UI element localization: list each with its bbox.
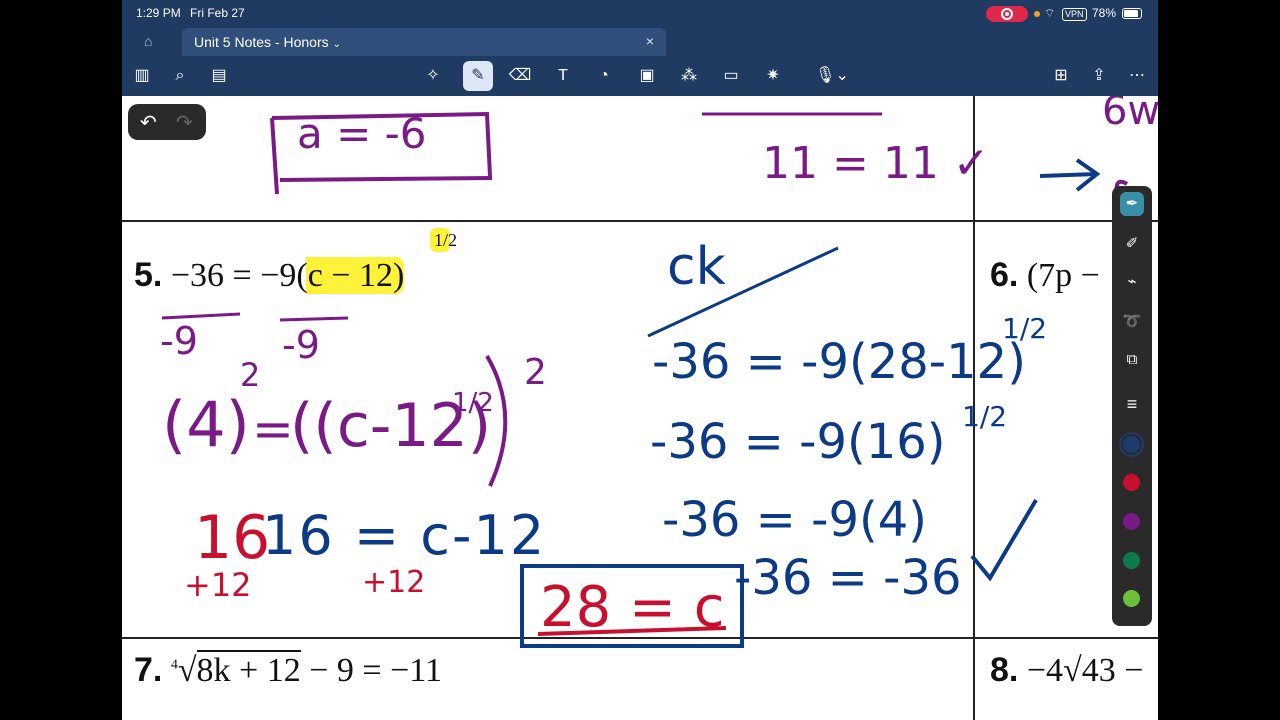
lasso-tool-icon[interactable]: ➰ <box>1120 310 1144 334</box>
hw-div-right: -9 <box>282 323 320 367</box>
hw-step-1: -36 = -9(28-12) <box>652 334 1026 390</box>
stroke-width-icon[interactable]: ≡ <box>1120 392 1144 416</box>
elements-icon[interactable]: ⁂ <box>676 64 702 88</box>
tab-close-button[interactable]: × <box>646 33 654 49</box>
pen-icon[interactable]: ✎ <box>463 61 493 91</box>
hw-square-exp-left: 2 <box>240 356 260 394</box>
image-icon[interactable]: ▣ <box>634 64 660 88</box>
hw-top-mid: 11 = 11 ✓ <box>762 138 990 189</box>
text-icon[interactable]: T <box>550 64 576 88</box>
hw-top-left: a = -6 <box>297 109 427 158</box>
color-swatch-purple[interactable] <box>1123 513 1140 530</box>
hw-step-2: -36 = -9(16) <box>650 414 946 470</box>
ink-pen-icon[interactable]: ✒ <box>1120 192 1144 216</box>
redo-icon[interactable]: ↷ <box>176 110 193 135</box>
hw-top-right: 6w <box>1102 96 1158 134</box>
arrow-icon <box>1039 158 1101 192</box>
color-swatch-navy[interactable] <box>1123 436 1140 453</box>
status-time: 1:29 PM <box>136 6 181 20</box>
highlighter-icon[interactable]: ⌁ <box>1120 270 1144 294</box>
mic-indicator-dot <box>1034 11 1040 17</box>
hw-equals-1: = <box>252 400 294 458</box>
hw-square-exp-right: 2 <box>524 352 547 393</box>
document-tab[interactable]: Unit 5 Notes - Honors ⌄ × <box>182 28 666 56</box>
color-swatch-red[interactable] <box>1123 474 1140 491</box>
vpn-badge: VPN <box>1062 8 1087 21</box>
eraser-icon[interactable]: ⌫ <box>507 64 533 88</box>
share-icon[interactable]: ⇪ <box>1086 64 1112 88</box>
screen-record-indicator[interactable] <box>986 6 1028 22</box>
pen-palette: ✒ ✐ ⌁ ➰ ⧉ ≡ <box>1112 186 1152 626</box>
laser-icon[interactable]: ✷ <box>760 64 786 88</box>
search-icon[interactable]: ⌕ <box>167 64 193 88</box>
hw-linear-left: 16 <box>194 503 270 573</box>
battery-icon <box>1122 8 1142 19</box>
color-swatch-green[interactable] <box>1123 552 1140 569</box>
tab-title: Unit 5 Notes - Honors ⌄ <box>194 34 341 50</box>
sticky-note-icon[interactable]: ▭ <box>718 64 744 88</box>
more-icon[interactable]: ⋯ <box>1124 64 1150 88</box>
hw-square-left: (4) <box>162 388 250 461</box>
undo-icon[interactable]: ↶ <box>140 110 157 135</box>
record-icon <box>1001 8 1013 20</box>
pencil-icon[interactable]: ✐ <box>1120 232 1144 256</box>
notebook-page[interactable]: 5. −36 = −9(c − 12) 1/2 6. (7p − 7. 4√8k… <box>122 96 1158 720</box>
hw-plus-left: +12 <box>184 566 252 604</box>
status-date: Fri Feb 27 <box>190 6 245 20</box>
hw-plus-right: +12 <box>362 565 425 600</box>
lasso-icon[interactable]: ✧ <box>420 64 446 88</box>
hw-check-label: ck <box>667 237 726 297</box>
hw-step-3: -36 = -9(4) <box>662 492 927 548</box>
handwriting-layer: a = -6 11 = 11 ✓ 6w -9 -9 (4) 2 = ((c-12… <box>160 96 1158 648</box>
add-page-icon[interactable]: ⊞ <box>1048 64 1074 88</box>
pages-icon[interactable]: ▤ <box>206 64 232 88</box>
hw-step-1-exp: 1/2 <box>1002 312 1047 345</box>
shape-icon[interactable]: ⧉ <box>1120 348 1144 372</box>
undo-redo-control: ↶ ↷ <box>128 104 206 140</box>
hw-step-2-exp: 1/2 <box>962 400 1007 433</box>
hw-step-4: -36 = -36 <box>734 550 962 606</box>
hw-checkmark <box>970 498 1038 582</box>
battery-text: 78% <box>1092 6 1117 20</box>
mic-icon[interactable]: 🎙︎⌄ <box>812 64 852 88</box>
color-swatch-lime[interactable] <box>1123 590 1140 607</box>
hw-linear: 16 = c-12 <box>262 504 546 567</box>
sidebar-icon[interactable]: ▥ <box>129 64 155 88</box>
wifi-icon: ⌔ <box>1044 6 1056 20</box>
hw-square-inner-exp: 1/2 <box>452 388 494 418</box>
ipad-screen: 1:29 PM Fri Feb 27 ⌔ VPN 78% ⌂ Unit 5 No… <box>122 0 1158 720</box>
hw-div-left: -9 <box>160 319 198 363</box>
home-icon[interactable]: ⌂ <box>144 33 152 49</box>
shapes-icon[interactable]: ◔ <box>591 64 617 88</box>
top-bar: 1:29 PM Fri Feb 27 ⌔ VPN 78% ⌂ Unit 5 No… <box>122 0 1158 96</box>
